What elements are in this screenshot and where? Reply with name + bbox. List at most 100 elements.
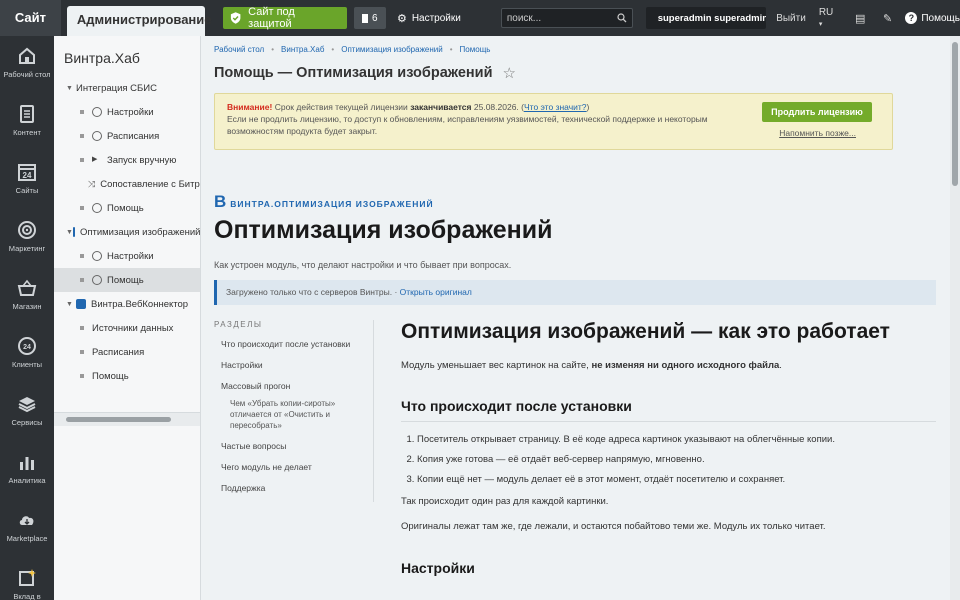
page-title: Помощь — Оптимизация изображений ☆ (201, 60, 950, 86)
page-vertical-scrollbar[interactable] (950, 36, 960, 600)
menu-item-marketplace[interactable]: Marketplace (0, 500, 54, 558)
logout-link[interactable]: Выйти (776, 13, 806, 24)
tree-item-label: Помощь (92, 370, 129, 382)
menu-label: Вклад в Битрикс (13, 592, 41, 600)
top-bar: Сайт Администрирование Сайт под защитой … (0, 0, 960, 36)
breadcrumb-item[interactable]: Рабочий стол (214, 45, 264, 60)
bullet-icon (80, 206, 84, 210)
menu-item-bitrix-contribution[interactable]: Вклад в Битрикс (0, 558, 54, 600)
menu-label: Контент (13, 128, 41, 137)
toc-item[interactable]: Чего модуль не делает (221, 462, 373, 473)
list-item: Посетитель открывает страницу. В её коде… (417, 433, 936, 447)
user-name: superadmin superadmin (657, 12, 767, 24)
tree-item-webconnector-schedules[interactable]: Расписания (54, 340, 200, 364)
scrollbar-thumb[interactable] (66, 417, 171, 422)
tree-item-label: Источники данных (92, 322, 174, 334)
chevron-down-icon[interactable]: ▼ (66, 229, 73, 236)
doc-lead: Как устроен модуль, что делают настройки… (214, 260, 512, 270)
warning-attention: Внимание! (227, 102, 273, 112)
menu-item-sites[interactable]: 24 Сайты (0, 152, 54, 210)
menu-item-services[interactable]: Сервисы (0, 384, 54, 442)
home-icon (19, 47, 35, 64)
shuffle-icon: ⤨ (88, 179, 96, 189)
tree-item-image-optimization-help[interactable]: Помощь (54, 268, 200, 292)
clients-badge: 24 (23, 344, 31, 351)
menu-item-clients[interactable]: 24 Клиенты (0, 326, 54, 384)
tree-item-image-optimization[interactable]: ▼ Оптимизация изображений (54, 220, 200, 244)
site-tab[interactable]: Сайт (0, 0, 61, 36)
search-input[interactable]: поиск... (500, 8, 633, 28)
tree-item-webconnector-help[interactable]: Помощь (54, 364, 200, 388)
toc-item[interactable]: Настройки (221, 360, 373, 371)
section-heading: Оптимизация изображений — как это работа… (401, 320, 890, 343)
what-does-it-mean-link[interactable]: Что это значит? (524, 102, 587, 112)
warning-text-1: Срок действия текущей лицензии (274, 102, 408, 112)
site-secure-button[interactable]: Сайт под защитой (222, 6, 347, 30)
tree-item-sbis-manual-run[interactable]: ▶ Запуск вручную (54, 148, 200, 172)
settings-label: Настройки (411, 12, 461, 24)
breadcrumb-item[interactable]: Винтра.Хаб (281, 45, 324, 60)
toc-item[interactable]: Что происходит после установки (221, 339, 373, 350)
notifications-button[interactable]: 6 (353, 7, 386, 29)
page-title-text: Помощь — Оптимизация изображений (214, 65, 493, 81)
settings-link[interactable]: ⚙ Настройки (397, 12, 461, 25)
tree-item-sbis-mapping[interactable]: ⤨ Сопоставление с Битрикс (54, 172, 200, 196)
tree-item-sbis-help[interactable]: Помощь (54, 196, 200, 220)
menu-item-shop[interactable]: Магазин (0, 268, 54, 326)
tree-item-data-sources[interactable]: Источники данных (54, 316, 200, 340)
chevron-down-icon[interactable]: ▼ (66, 85, 76, 92)
chevron-down-icon: ▾ (818, 21, 823, 28)
intro-text: Модуль уменьшает вес картинок на сайте, (401, 360, 589, 371)
gear-icon (92, 107, 102, 117)
clock-icon (92, 131, 102, 141)
menu-label: Marketplace (6, 534, 48, 543)
tree-item-sbis-settings[interactable]: Настройки (54, 100, 200, 124)
grid-icon (76, 299, 86, 309)
renew-license-button[interactable]: Продлить лицензию (762, 102, 872, 122)
bullet-icon (80, 110, 84, 114)
warning-date: 25.08.2026. (473, 102, 519, 112)
help-icon (92, 275, 102, 285)
bullet-icon (80, 254, 84, 258)
remind-later-link[interactable]: Напомнить позже... (779, 127, 856, 139)
chevron-down-icon[interactable]: ▼ (66, 301, 76, 308)
doc-body: Оптимизация изображений — как это работа… (401, 318, 936, 583)
language-selector[interactable]: RU ▾ (819, 7, 839, 29)
help-link[interactable]: ? Помощь (905, 12, 960, 24)
user-menu[interactable]: superadmin superadmin (645, 7, 767, 29)
menu-label: Сервисы (11, 418, 43, 427)
menu-item-marketing[interactable]: Маркетинг (0, 210, 54, 268)
tree-item-label: Настройки (107, 250, 154, 262)
admin-tab[interactable]: Администрирование (66, 6, 212, 36)
menu-item-analytics[interactable]: Аналитика (0, 442, 54, 500)
breadcrumb-item[interactable]: Оптимизация изображений (341, 45, 443, 60)
toc-item[interactable]: Массовый прогон (221, 381, 373, 392)
tree-item-label: Расписания (92, 346, 145, 358)
keyboard-icon[interactable]: ▤ (855, 12, 866, 25)
menu-item-content[interactable]: Контент (0, 94, 54, 152)
toc-item[interactable]: Поддержка (221, 483, 373, 494)
module-tree: Винтра.Хаб ▼ Интеграция СБИС Настройки Р… (54, 36, 201, 600)
scrollbar-thumb[interactable] (952, 42, 958, 186)
toc-item[interactable]: Частые вопросы (221, 441, 373, 452)
doc-title: Оптимизация изображений (214, 216, 553, 244)
tree-item-image-optimization-settings[interactable]: Настройки (54, 244, 200, 268)
intro-end: . (779, 360, 782, 371)
calendar-icon: 24 (18, 164, 36, 181)
subsection-heading: Настройки (401, 560, 475, 576)
pin-icon[interactable]: ✎ (882, 12, 893, 25)
toc-subitem[interactable]: Чем «Убрать копии-сироты» отличается от … (230, 398, 360, 431)
open-original-link[interactable]: Открыть оригинал (400, 287, 472, 297)
menu-item-desktop[interactable]: Рабочий стол (0, 36, 54, 94)
license-warning-text: Внимание! Срок действия текущей лицензии… (227, 102, 708, 136)
main-menu: Рабочий стол Контент 24 Сайты Маркетинг … (0, 36, 54, 600)
tree-item-sbis-schedules[interactable]: Расписания (54, 124, 200, 148)
star-icon[interactable]: ☆ (503, 64, 516, 82)
tree-item-webconnector[interactable]: ▼ Винтра.ВебКоннектор (54, 292, 200, 316)
tree-item-sbis[interactable]: ▼ Интеграция СБИС (54, 76, 200, 100)
tree-horizontal-scrollbar[interactable] (54, 412, 200, 426)
help-document: В ВИНТРА.ОПТИМИЗАЦИЯ ИЗОБРАЖЕНИЙ Оптимиз… (201, 186, 950, 600)
subsection-heading: Что происходит после установки (401, 398, 936, 422)
search-placeholder: поиск... (506, 12, 542, 24)
breadcrumb-item[interactable]: Помощь (460, 45, 491, 60)
